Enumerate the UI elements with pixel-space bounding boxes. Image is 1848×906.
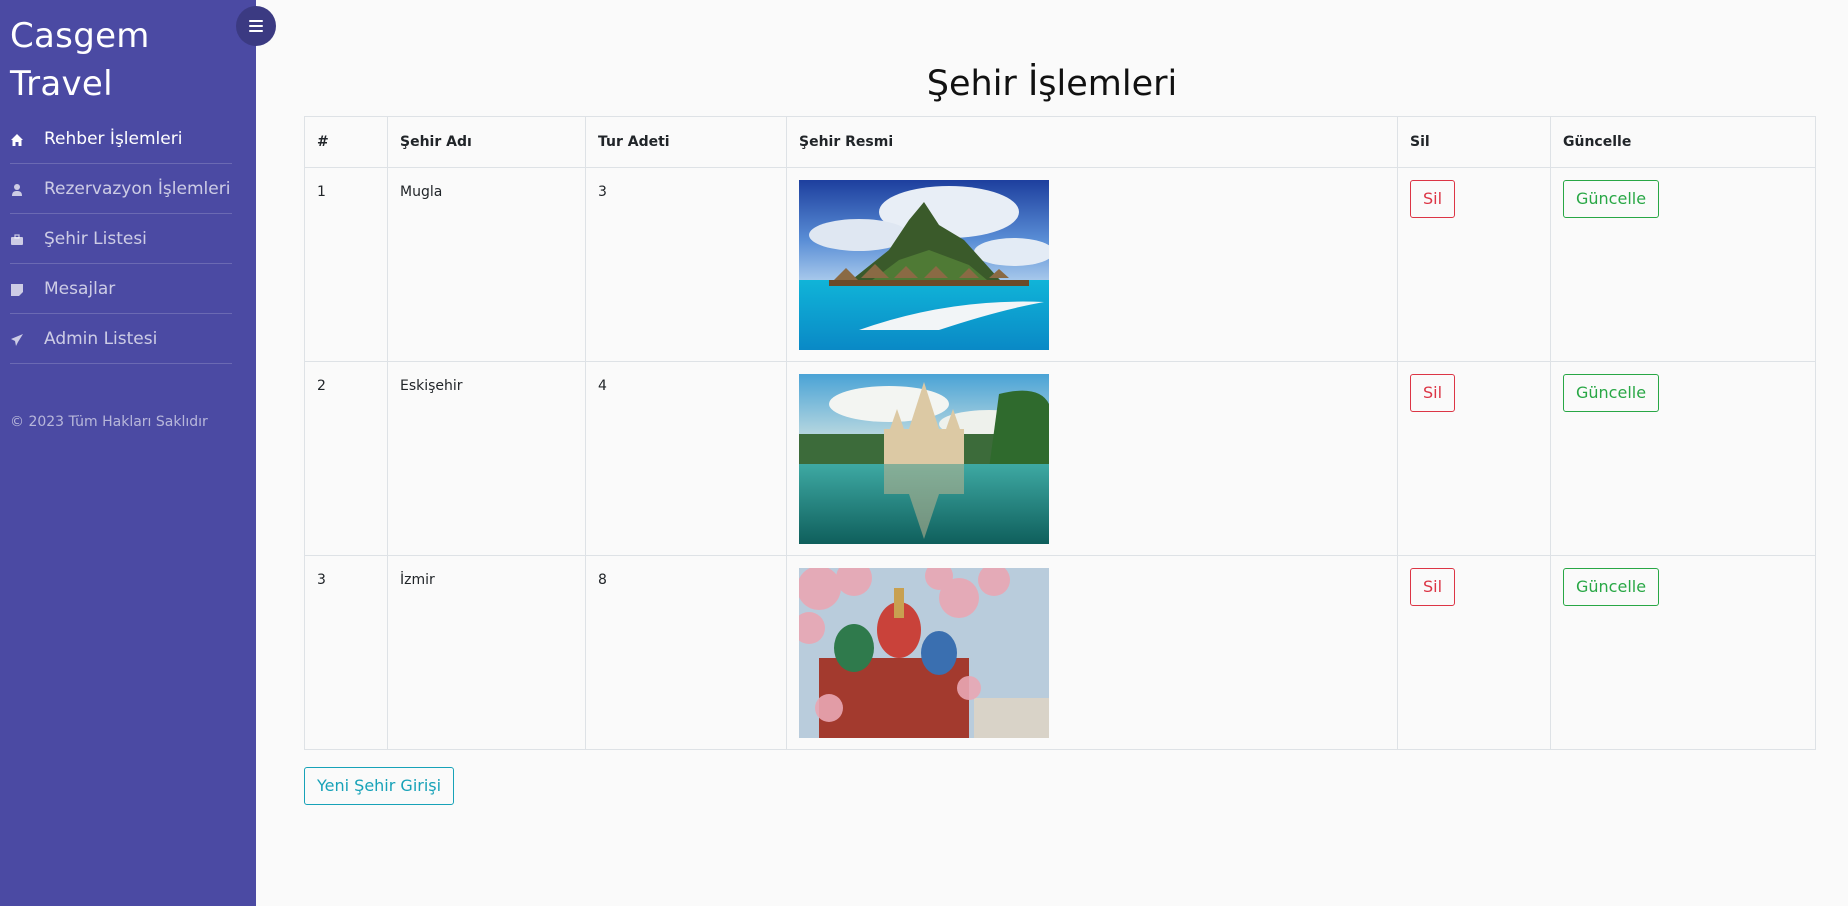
- city-name: Mugla: [387, 167, 586, 362]
- update-button[interactable]: Güncelle: [1563, 180, 1660, 218]
- briefcase-icon: [10, 232, 24, 246]
- row-id: 2: [304, 361, 388, 556]
- city-name: Eskişehir: [387, 361, 586, 556]
- sidebar-item-label: Şehir Listesi: [44, 228, 147, 249]
- delete-button[interactable]: Sil: [1410, 374, 1456, 412]
- row-id: 3: [304, 555, 388, 750]
- column-header: #: [304, 116, 388, 168]
- update-button[interactable]: Güncelle: [1563, 568, 1660, 606]
- city-image: [799, 374, 1049, 544]
- sticky-note-icon: [10, 282, 24, 296]
- city-image: [799, 568, 1049, 738]
- city-image-cell: [786, 167, 1398, 362]
- update-cell: Güncelle: [1550, 361, 1816, 556]
- sidebar-toggle-button[interactable]: [236, 6, 276, 46]
- city-image: [799, 180, 1049, 350]
- delete-cell: Sil: [1397, 167, 1551, 362]
- sidebar-menu: Rehber İşlemleri Rezervazyon İşlemleri Ş…: [10, 114, 232, 364]
- sidebar-item-label: Mesajlar: [44, 278, 116, 299]
- sidebar-item-rezervazyon[interactable]: Rezervazyon İşlemleri: [10, 164, 232, 214]
- new-city-button[interactable]: Yeni Şehir Girişi: [304, 767, 455, 805]
- sidebar-item-mesajlar[interactable]: Mesajlar: [10, 264, 232, 314]
- sidebar-item-rehber[interactable]: Rehber İşlemleri: [10, 114, 232, 164]
- table-row: 3 İzmir 8 Sil Güncelle: [304, 555, 1816, 750]
- table-header-row: # Şehir Adı Tur Adeti Şehir Resmi Sil Gü…: [304, 116, 1816, 168]
- table-row: 1 Mugla 3 Sil Güncelle: [304, 167, 1816, 362]
- column-header: Güncelle: [1550, 116, 1816, 168]
- main-content: Şehir İşlemleri # Şehir Adı Tur Adeti Şe…: [256, 0, 1848, 906]
- column-header: Şehir Adı: [387, 116, 586, 168]
- delete-cell: Sil: [1397, 555, 1551, 750]
- row-id: 1: [304, 167, 388, 362]
- column-header: Şehir Resmi: [786, 116, 1398, 168]
- city-image-cell: [786, 361, 1398, 556]
- sidebar-item-label: Rezervazyon İşlemleri: [44, 178, 231, 199]
- update-cell: Güncelle: [1550, 167, 1816, 362]
- city-table: # Şehir Adı Tur Adeti Şehir Resmi Sil Gü…: [304, 116, 1816, 750]
- page-title: Şehir İşlemleri: [926, 64, 1178, 104]
- tour-count: 8: [585, 555, 787, 750]
- update-cell: Güncelle: [1550, 555, 1816, 750]
- copyright-text: © 2023 Tüm Hakları Saklıdır: [10, 414, 208, 430]
- table-row: 2 Eskişehir 4 Sil Güncelle: [304, 361, 1816, 556]
- delete-cell: Sil: [1397, 361, 1551, 556]
- paper-plane-icon: [10, 332, 24, 346]
- delete-button[interactable]: Sil: [1410, 180, 1456, 218]
- column-header: Tur Adeti: [585, 116, 787, 168]
- sidebar: Casgem Travel Rehber İşlemleri Rezervazy…: [0, 0, 256, 906]
- city-image-cell: [786, 555, 1398, 750]
- delete-button[interactable]: Sil: [1410, 568, 1456, 606]
- sidebar-item-label: Admin Listesi: [44, 328, 158, 349]
- home-icon: [10, 132, 24, 146]
- column-header: Sil: [1397, 116, 1551, 168]
- sidebar-item-sehir-listesi[interactable]: Şehir Listesi: [10, 214, 232, 264]
- sidebar-item-label: Rehber İşlemleri: [44, 128, 183, 149]
- tour-count: 4: [585, 361, 787, 556]
- city-name: İzmir: [387, 555, 586, 750]
- tour-count: 3: [585, 167, 787, 362]
- brand-logo[interactable]: Casgem Travel: [10, 12, 230, 108]
- sidebar-item-admin-listesi[interactable]: Admin Listesi: [10, 314, 232, 364]
- user-icon: [10, 182, 24, 196]
- update-button[interactable]: Güncelle: [1563, 374, 1660, 412]
- menu-icon: [249, 20, 263, 32]
